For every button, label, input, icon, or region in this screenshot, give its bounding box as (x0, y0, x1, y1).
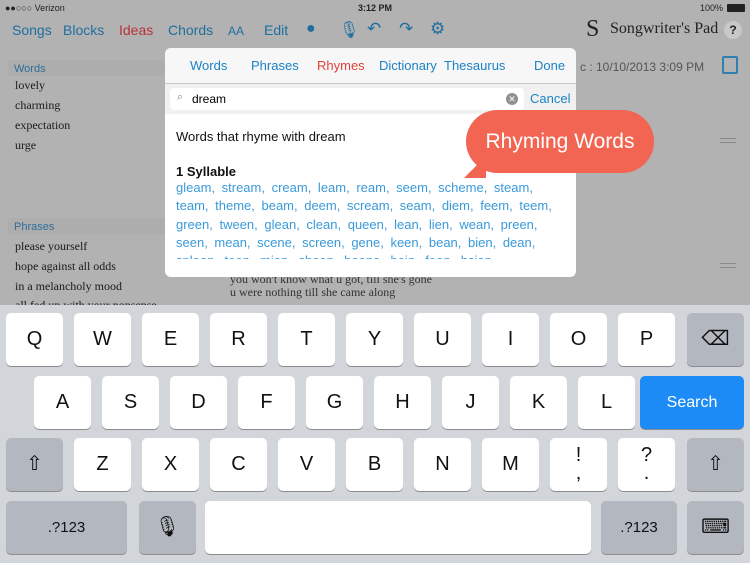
popover-tabs: Words Phrases Rhymes Dictionary Thesauru… (165, 48, 576, 84)
lyric-line: u were nothing till she came along (230, 285, 396, 299)
toolbar: Songs Blocks Ideas Chords AA Edit ● 🎙 ↶ … (0, 16, 750, 46)
toolbar-blocks[interactable]: Blocks (63, 22, 104, 38)
key-p[interactable]: P (618, 313, 675, 366)
battery-icon (727, 4, 745, 12)
key-u[interactable]: U (414, 313, 471, 366)
key-z[interactable]: Z (74, 438, 131, 491)
clock: 3:12 PM (358, 3, 393, 13)
tab-words[interactable]: Words (190, 58, 227, 73)
word-item[interactable]: expectation (15, 118, 70, 133)
song-date: c : 10/10/2013 3:09 PM (580, 60, 705, 74)
help-button[interactable]: ? (724, 21, 742, 39)
word-item[interactable]: urge (15, 138, 36, 153)
numbers-key-right[interactable]: .?123 (601, 501, 677, 554)
phrase-item[interactable]: all fed up with your nonsense (15, 298, 157, 305)
toolbar-songs[interactable]: Songs (12, 22, 52, 38)
app-logo-icon: S (586, 16, 600, 42)
key-k[interactable]: K (510, 376, 567, 429)
microphone-icon[interactable]: 🎙 (139, 501, 196, 554)
tab-thesaurus[interactable]: Thesaurus (444, 58, 505, 73)
drag-handle-icon[interactable] (720, 263, 736, 268)
search-icon: ⌕ (177, 91, 184, 103)
backspace-icon[interactable]: ⌫ (687, 313, 744, 366)
key-x[interactable]: X (142, 438, 199, 491)
key-f[interactable]: F (238, 376, 295, 429)
key-c[interactable]: C (210, 438, 267, 491)
key-a[interactable]: A (34, 376, 91, 429)
key-o[interactable]: O (550, 313, 607, 366)
key-t[interactable]: T (278, 313, 335, 366)
status-bar: ●●○○○ Verizon 3:12 PM 100% (0, 0, 750, 16)
space-bar[interactable] (205, 501, 591, 554)
drag-handle-icon[interactable] (720, 138, 736, 143)
toolbar-chords[interactable]: Chords (168, 22, 213, 38)
cancel-button[interactable]: Cancel (530, 91, 570, 106)
toolbar-edit[interactable]: Edit (264, 22, 288, 38)
phrases-header: Phrases (8, 218, 168, 234)
key-g[interactable]: G (306, 376, 363, 429)
callout-tail (464, 156, 486, 178)
search-input[interactable]: ⌕ dream ✕ (170, 88, 524, 110)
battery-percent: 100% (700, 3, 724, 13)
microphone-icon[interactable]: 🎙 (339, 20, 359, 40)
copy-icon[interactable] (722, 56, 738, 74)
key-e[interactable]: E (142, 313, 199, 366)
key-b[interactable]: B (346, 438, 403, 491)
key-exclamation[interactable]: ! , (550, 438, 607, 491)
phrase-item[interactable]: in a melancholy mood (15, 279, 122, 294)
word-item[interactable]: charming (15, 98, 60, 113)
redo-icon[interactable]: ↷ (399, 19, 413, 39)
hide-keyboard-icon[interactable]: ⌨ (687, 501, 744, 554)
carrier: ●●○○○ Verizon (5, 3, 65, 13)
toolbar-ideas[interactable]: Ideas (119, 22, 153, 38)
app-title: Songwriter's Pad (610, 20, 719, 37)
done-button[interactable]: Done (534, 58, 565, 73)
words-header: Words (8, 60, 168, 76)
search-value: dream (192, 92, 227, 106)
settings-gear-icon[interactable]: ⚙ (430, 19, 445, 39)
key-r[interactable]: R (210, 313, 267, 366)
clear-icon[interactable]: ✕ (506, 93, 518, 105)
key-d[interactable]: D (170, 376, 227, 429)
search-key[interactable]: Search (640, 376, 744, 429)
key-i[interactable]: I (482, 313, 539, 366)
key-m[interactable]: M (482, 438, 539, 491)
key-n[interactable]: N (414, 438, 471, 491)
phrase-item[interactable]: please yourself (15, 239, 87, 254)
tab-dictionary[interactable]: Dictionary (379, 58, 437, 73)
word-item[interactable]: lovely (15, 78, 45, 93)
key-v[interactable]: V (278, 438, 335, 491)
key-h[interactable]: H (374, 376, 431, 429)
key-y[interactable]: Y (346, 313, 403, 366)
keyboard: Q W E R T Y U I O P ⌫ A S D F G H J K L Search ⇧ Z X C V B N M! ,? .… (0, 305, 750, 563)
phrase-item[interactable]: hope against all odds (15, 259, 116, 274)
key-w[interactable]: W (74, 313, 131, 366)
shift-icon[interactable]: ⇧ (6, 438, 63, 491)
numbers-key-left[interactable]: .?123 (6, 501, 127, 554)
person-icon[interactable]: ● (306, 20, 316, 38)
tab-rhymes[interactable]: Rhymes (317, 58, 365, 73)
key-l[interactable]: L (578, 376, 635, 429)
rhyme-list[interactable]: gleam, stream, cream, leam, ream, seem, … (176, 179, 565, 259)
key-s[interactable]: S (102, 376, 159, 429)
key-question[interactable]: ? . (618, 438, 675, 491)
key-j[interactable]: J (442, 376, 499, 429)
undo-icon[interactable]: ↶ (367, 19, 381, 39)
key-q[interactable]: Q (6, 313, 63, 366)
tab-phrases[interactable]: Phrases (251, 58, 299, 73)
font-size-button[interactable]: AA (228, 24, 244, 38)
rhyming-words-callout: Rhyming Words (466, 110, 654, 173)
shift-icon[interactable]: ⇧ (687, 438, 744, 491)
